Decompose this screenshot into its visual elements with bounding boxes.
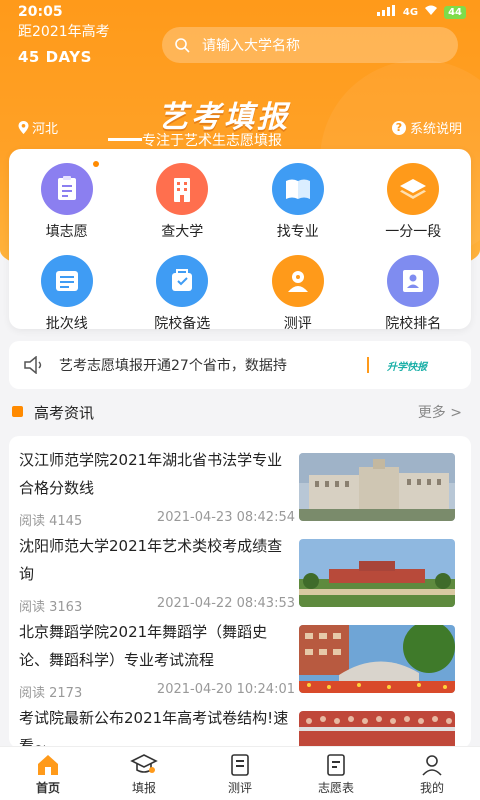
menu-fill-application[interactable]: 填志愿	[9, 161, 125, 241]
menu-label: 找专业	[276, 224, 319, 240]
tab-label: 测评	[227, 781, 252, 795]
news-item[interactable]: 沈阳师范大学2021年艺术类校考成绩查询 阅读 3163 2021-04-22 …	[9, 522, 471, 615]
application-form-icon	[40, 161, 99, 215]
speaker-icon	[24, 356, 42, 374]
network-type: 4G	[402, 6, 419, 18]
menu-label: 批次线	[45, 316, 88, 332]
banner-subtitle: 专注于艺术生志愿填报	[142, 133, 282, 149]
exam-countdown-label: 距2021年高考	[18, 24, 110, 40]
menu-label: 院校排名	[385, 316, 442, 332]
tab-label: 首页	[35, 781, 60, 795]
home-icon	[38, 755, 58, 775]
menu-label: 院校备选	[154, 316, 211, 332]
tab-volunteer-form[interactable]: 志愿表	[288, 747, 384, 800]
location-label: 河北	[32, 122, 59, 137]
news-more-link[interactable]: 更多 >	[418, 402, 462, 422]
news-list: 汉江师范学院2021年湖北省书法学专业合格分数线 阅读 4145 2021-04…	[9, 436, 471, 748]
announcement-bar[interactable]: 艺考志愿填报开通27个省市，数据持 升学快报	[9, 341, 471, 389]
location-selector[interactable]: 河北	[18, 118, 58, 137]
new-badge	[92, 161, 99, 167]
menu-score-segment[interactable]: 一分一段	[356, 163, 472, 241]
tab-label: 填报	[131, 781, 156, 795]
building-icon	[156, 163, 209, 215]
tab-home[interactable]: 首页	[0, 747, 96, 800]
layers-icon	[387, 163, 440, 215]
news-item[interactable]: 北京舞蹈学院2021年舞蹈学（舞蹈史论、舞蹈科学）专业考试流程 阅读 2173 …	[9, 608, 471, 701]
status-icons: 4G 44	[376, 5, 466, 19]
search-placeholder: 请输入大学名称	[202, 38, 300, 54]
tab-fill-report[interactable]: 填报	[96, 747, 192, 800]
volunteer-form-icon	[327, 754, 345, 776]
menu-assessment[interactable]: 测评	[240, 255, 356, 333]
assessment-tab-icon	[231, 754, 249, 776]
battery-indicator: 44	[444, 5, 466, 19]
announcement-divider	[367, 357, 369, 373]
news-item[interactable]: 考试院最新公布2021年高考试卷结构!速看~	[9, 694, 471, 748]
menu-label: 测评	[283, 316, 312, 332]
tab-label: 志愿表	[317, 781, 354, 795]
menu-label: 查大学	[161, 224, 204, 240]
profile-icon	[422, 755, 442, 776]
menu-label: 一分一段	[385, 224, 442, 240]
news-item[interactable]: 汉江师范学院2021年湖北省书法学专业合格分数线 阅读 4145 2021-04…	[9, 436, 471, 529]
bottom-tab-bar: 首页 填报 测评 志愿表 我的	[0, 746, 480, 800]
banner-divider	[108, 138, 142, 141]
tab-label: 我的	[419, 781, 444, 795]
exam-countdown-days: 45 DAYS	[18, 48, 92, 66]
shortlist-icon	[156, 255, 209, 307]
news-item-title: 汉江师范学院2021年湖北省书法学专业合格分数线	[19, 451, 283, 497]
news-item-title: 北京舞蹈学院2021年舞蹈学（舞蹈史论、舞蹈科学）专业考试流程	[19, 623, 268, 669]
ranking-icon	[387, 255, 440, 307]
tab-assessment[interactable]: 测评	[192, 747, 288, 800]
quick-menu-card: 填志愿 查大学 找专业 一分一段 批次线 院校备选 测评 院校排名	[9, 149, 472, 332]
news-flash-tag[interactable]: 升学快报	[387, 358, 427, 373]
book-icon	[271, 163, 324, 215]
location-pin-icon	[18, 121, 29, 134]
status-bar: 20:05 4G 44	[0, 0, 480, 22]
tab-profile[interactable]: 我的	[384, 747, 480, 800]
news-item-title: 考试院最新公布2021年高考试卷结构!速看~	[19, 709, 289, 748]
batch-line-icon	[40, 255, 93, 307]
wifi-icon	[424, 5, 438, 19]
menu-batch-line[interactable]: 批次线	[9, 255, 125, 333]
system-help-label: 系统说明	[409, 122, 462, 137]
news-item-thumbnail	[299, 711, 455, 748]
menu-find-major[interactable]: 找专业	[240, 163, 356, 241]
menu-university-ranking[interactable]: 院校排名	[356, 255, 472, 333]
university-search-input[interactable]: 请输入大学名称	[162, 27, 458, 63]
news-item-thumbnail	[299, 625, 455, 693]
search-icon	[175, 38, 190, 53]
fill-report-icon	[130, 754, 158, 773]
signal-icon	[376, 5, 397, 19]
news-section-title: 高考资讯	[34, 404, 95, 422]
news-item-title: 沈阳师范大学2021年艺术类校考成绩查询	[19, 537, 283, 583]
menu-shortlist[interactable]: 院校备选	[125, 255, 241, 333]
menu-label: 填志愿	[45, 224, 88, 240]
system-help-link[interactable]: ? 系统说明	[391, 118, 462, 137]
assessment-icon	[271, 255, 324, 307]
status-time: 20:05	[18, 4, 63, 20]
news-item-thumbnail	[299, 453, 455, 521]
announcement-text: 艺考志愿填报开通27个省市，数据持	[59, 358, 287, 374]
news-section-header: 高考资讯 更多 >	[0, 398, 480, 426]
question-icon: ?	[391, 120, 406, 135]
menu-search-university[interactable]: 查大学	[125, 163, 241, 241]
news-item-thumbnail	[299, 539, 455, 607]
section-marker-icon	[12, 406, 23, 417]
